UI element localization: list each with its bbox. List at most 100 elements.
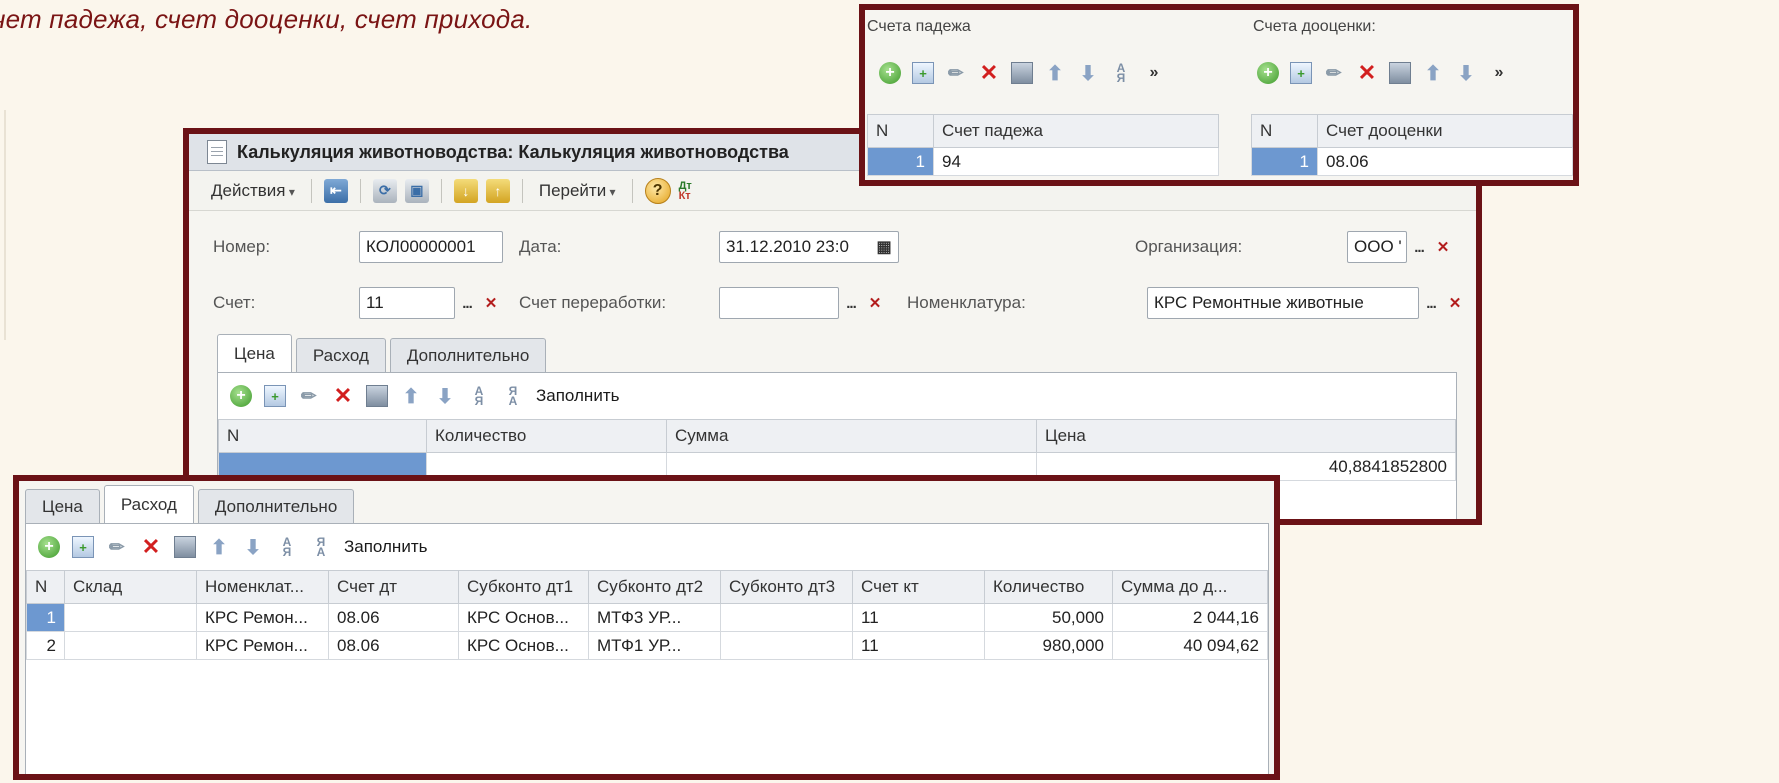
save-icon[interactable] xyxy=(366,385,388,407)
row-number-cell[interactable]: 1 xyxy=(1251,147,1318,176)
account-select-button[interactable]: ... xyxy=(455,289,479,317)
sum-cell[interactable]: 2 044,16 xyxy=(1112,603,1268,632)
organization-select-button[interactable]: ... xyxy=(1407,233,1431,261)
subconto-dt2-cell[interactable]: МТФ3 УР... xyxy=(588,603,721,632)
move-down-icon[interactable]: ⬇ xyxy=(242,536,264,559)
unpost-document-icon[interactable]: ↑ xyxy=(485,178,510,203)
table-row[interactable]: 1 94 xyxy=(867,147,1219,176)
column-header[interactable]: Счет падежа xyxy=(933,114,1219,148)
move-up-icon[interactable]: ⬆ xyxy=(208,536,230,559)
delete-row-icon[interactable]: ✕ xyxy=(332,383,354,408)
sort-desc-icon[interactable]: ЯА xyxy=(310,536,332,558)
column-header[interactable]: N xyxy=(218,419,427,453)
nomenclature-select-button[interactable]: ... xyxy=(1419,289,1443,317)
column-header[interactable]: Сумма до д... xyxy=(1112,570,1268,604)
table-row[interactable]: 2 КРС Ремон... 08.06 КРС Основ... МТФ1 У… xyxy=(26,631,1268,660)
warehouse-cell[interactable] xyxy=(64,631,197,660)
save-icon[interactable] xyxy=(1011,62,1033,84)
move-down-icon[interactable]: ⬇ xyxy=(434,385,456,408)
column-header[interactable]: Сумма xyxy=(666,419,1037,453)
save-icon[interactable] xyxy=(1389,62,1411,84)
date-field[interactable]: 31.12.2010 23:0 ▦ xyxy=(719,231,899,263)
quantity-cell[interactable]: 980,000 xyxy=(984,631,1113,660)
column-header[interactable]: Счет дооценки xyxy=(1317,114,1573,148)
add-row-icon[interactable]: + xyxy=(879,62,901,84)
post-document-icon[interactable]: ↓ xyxy=(453,178,478,203)
fill-button[interactable]: Заполнить xyxy=(344,537,427,557)
nomenclature-clear-icon[interactable]: ✕ xyxy=(1443,289,1467,317)
subconto-dt1-cell[interactable]: КРС Основ... xyxy=(458,631,589,660)
account-cell[interactable]: 94 xyxy=(933,147,1219,176)
help-icon[interactable]: ? xyxy=(644,177,671,204)
save-icon[interactable] xyxy=(174,536,196,558)
sort-asc-icon[interactable]: АЯ xyxy=(276,536,298,558)
sum-cell[interactable]: 40 094,62 xyxy=(1112,631,1268,660)
subconto-dt3-cell[interactable] xyxy=(720,631,853,660)
processing-account-field[interactable] xyxy=(719,287,839,319)
edit-row-icon[interactable]: ✎ xyxy=(101,531,132,562)
fill-button[interactable]: Заполнить xyxy=(536,386,619,406)
sort-desc-icon[interactable]: ЯА xyxy=(502,385,524,407)
credit-account-cell[interactable]: 11 xyxy=(852,603,985,632)
column-header[interactable]: Субконто дт2 xyxy=(588,570,721,604)
actions-menu[interactable]: Действия xyxy=(207,179,299,203)
debit-account-cell[interactable]: 08.06 xyxy=(328,603,459,632)
account-field[interactable]: 11 xyxy=(359,287,455,319)
table-row[interactable]: 1 КРС Ремон... 08.06 КРС Основ... МТФ3 У… xyxy=(26,603,1268,632)
account-clear-icon[interactable]: ✕ xyxy=(479,289,503,317)
edit-row-icon[interactable]: ✎ xyxy=(1318,57,1349,88)
row-number-cell[interactable]: 1 xyxy=(867,147,934,176)
delete-row-icon[interactable]: ✕ xyxy=(140,534,162,559)
table-row[interactable]: 1 08.06 xyxy=(1251,147,1573,176)
number-field[interactable]: КОЛ00000001 xyxy=(359,231,503,263)
copy-row-icon[interactable]: + xyxy=(1290,62,1312,84)
row-number-cell[interactable]: 1 xyxy=(26,603,65,632)
nomenclature-cell[interactable]: КРС Ремон... xyxy=(196,603,329,632)
column-header[interactable]: Цена xyxy=(1036,419,1456,453)
processing-clear-icon[interactable]: ✕ xyxy=(863,289,887,317)
move-down-icon[interactable]: ⬇ xyxy=(1077,62,1099,85)
debit-credit-icon[interactable]: Дт Кт xyxy=(679,180,692,201)
tab-price[interactable]: Цена xyxy=(217,334,292,372)
move-down-icon[interactable]: ⬇ xyxy=(1455,62,1477,85)
column-header[interactable]: Счет кт xyxy=(852,570,985,604)
edit-row-icon[interactable]: ✎ xyxy=(293,380,324,411)
column-header[interactable]: Субконто дт1 xyxy=(458,570,589,604)
warehouse-cell[interactable] xyxy=(64,603,197,632)
column-header[interactable]: Склад xyxy=(64,570,197,604)
more-actions-icon[interactable]: » xyxy=(1488,62,1510,84)
add-row-icon[interactable]: + xyxy=(230,385,252,407)
add-row-icon[interactable]: + xyxy=(38,536,60,558)
move-up-icon[interactable]: ⬆ xyxy=(1422,62,1444,85)
credit-account-cell[interactable]: 11 xyxy=(852,631,985,660)
processing-select-button[interactable]: ... xyxy=(839,289,863,317)
column-header[interactable]: N xyxy=(26,570,65,604)
copy-row-icon[interactable]: + xyxy=(264,385,286,407)
goto-menu[interactable]: Перейти xyxy=(535,179,620,203)
nomenclature-cell[interactable]: КРС Ремон... xyxy=(196,631,329,660)
calendar-icon[interactable]: ▦ xyxy=(872,233,896,261)
refresh-icon[interactable]: ⟳ xyxy=(372,178,397,203)
add-row-icon[interactable]: + xyxy=(1257,62,1279,84)
tab-additional[interactable]: Дополнительно xyxy=(389,338,547,372)
row-number-cell[interactable]: 2 xyxy=(26,631,65,660)
tab-expense[interactable]: Расход xyxy=(103,485,194,523)
column-header[interactable]: Субконто дт3 xyxy=(720,570,853,604)
copy-row-icon[interactable]: + xyxy=(72,536,94,558)
subconto-dt1-cell[interactable]: КРС Основ... xyxy=(458,603,589,632)
move-up-icon[interactable]: ⬆ xyxy=(1044,62,1066,85)
tab-price[interactable]: Цена xyxy=(25,489,100,523)
column-header[interactable]: N xyxy=(867,114,934,148)
account-cell[interactable]: 08.06 xyxy=(1317,147,1573,176)
organization-clear-icon[interactable]: ✕ xyxy=(1431,233,1455,261)
post-and-close-icon[interactable]: ⇤ xyxy=(323,178,348,203)
tab-expense[interactable]: Расход xyxy=(295,338,386,372)
sort-asc-icon[interactable]: АЯ xyxy=(1110,62,1132,84)
copy-row-icon[interactable]: + xyxy=(912,62,934,84)
organization-field[interactable]: ООО ' xyxy=(1347,231,1407,263)
tab-additional[interactable]: Дополнительно xyxy=(197,489,355,523)
column-header[interactable]: Количество xyxy=(984,570,1113,604)
move-up-icon[interactable]: ⬆ xyxy=(400,385,422,408)
sort-asc-icon[interactable]: АЯ xyxy=(468,385,490,407)
column-header[interactable]: N xyxy=(1251,114,1318,148)
